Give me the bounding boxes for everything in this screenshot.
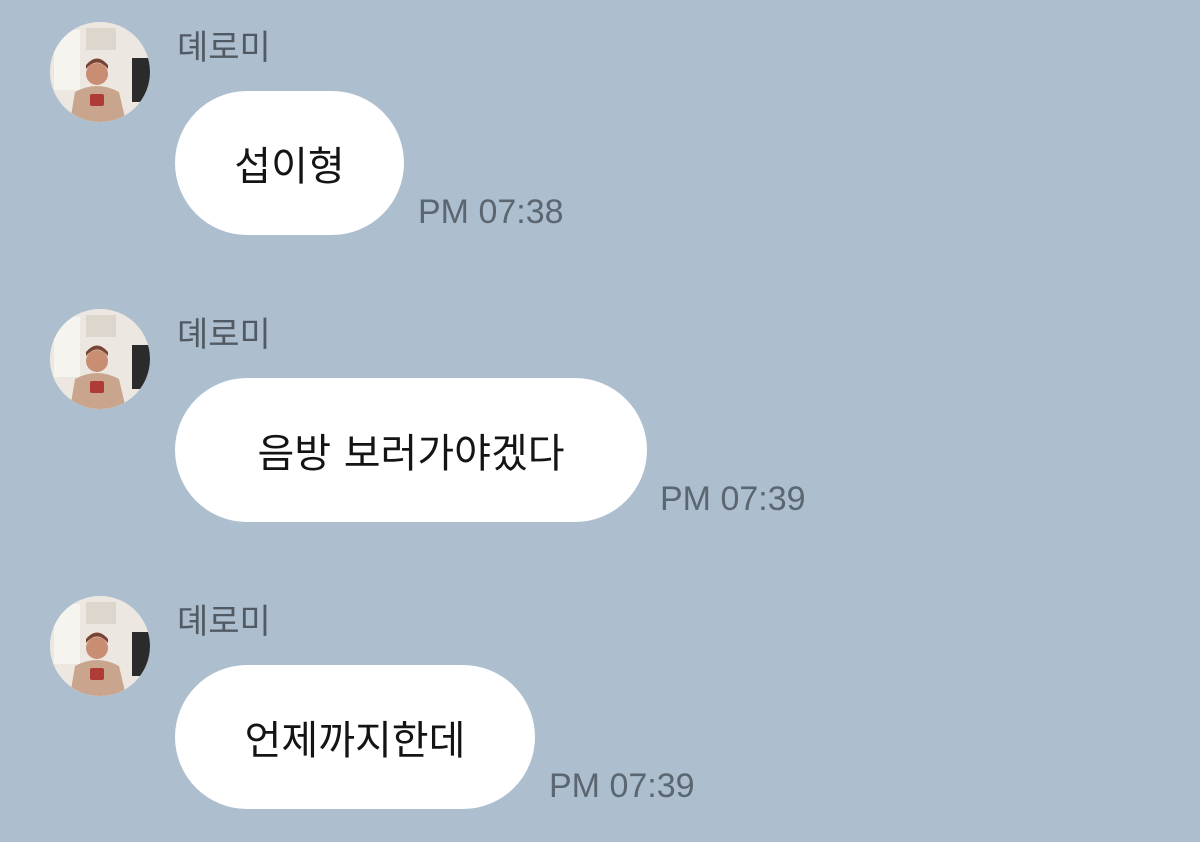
avatar-photo (50, 309, 150, 409)
message-timestamp: PM 07:38 (418, 193, 564, 231)
chat-message: 뎨로미 언제까지한데 PM 07:39 (50, 596, 1150, 810)
sender-name: 뎨로미 (177, 315, 271, 355)
message-bubble[interactable]: 음방 보러가야겠다 (175, 378, 647, 522)
chat-message: 뎨로미 음방 보러가야겠다 PM 07:39 (50, 309, 1150, 523)
avatar-photo (50, 22, 150, 122)
sender-name: 뎨로미 (177, 602, 271, 642)
message-bubble[interactable]: 언제까지한데 (175, 665, 535, 809)
avatar[interactable] (50, 309, 150, 409)
message-timestamp: PM 07:39 (549, 767, 695, 805)
chat-message: 뎨로미 섭이형 PM 07:38 (50, 22, 1150, 236)
chat-message-list[interactable]: 뎨로미 섭이형 PM 07:38 뎨로미 음방 보러가야겠다 PM 07:39 (0, 0, 1200, 842)
sender-name: 뎨로미 (177, 28, 271, 68)
message-timestamp: PM 07:39 (660, 480, 806, 518)
avatar[interactable] (50, 22, 150, 122)
avatar[interactable] (50, 596, 150, 696)
message-bubble[interactable]: 섭이형 (175, 91, 404, 235)
avatar-photo (50, 596, 150, 696)
